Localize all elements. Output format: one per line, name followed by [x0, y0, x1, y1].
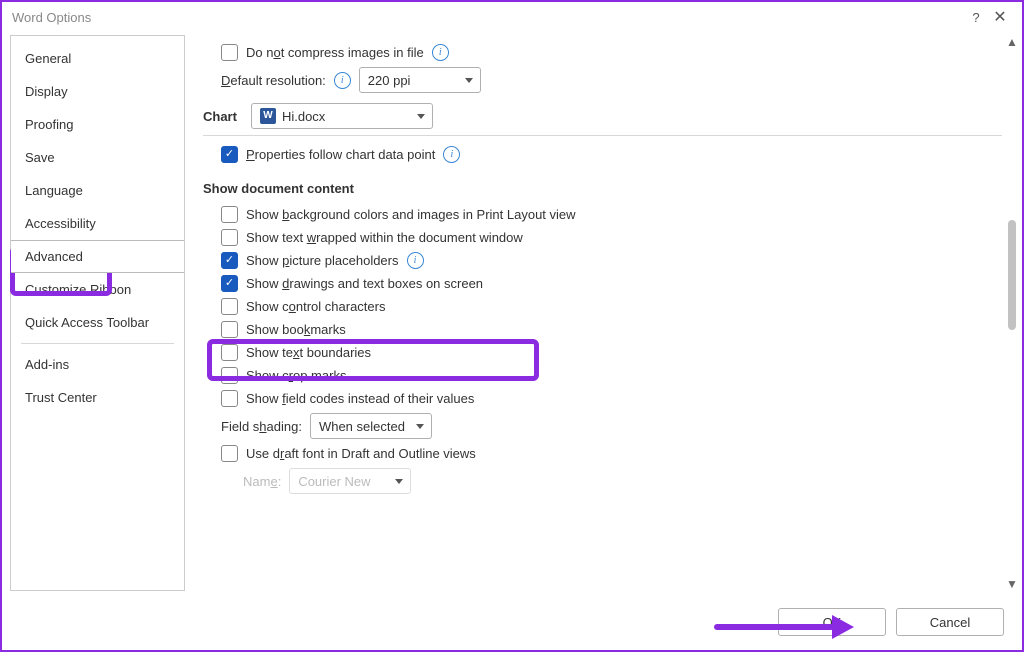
option-bookmarks[interactable]: Show bookmarks	[221, 321, 1002, 338]
option-drawings-text-boxes[interactable]: Show drawings and text boxes on screen	[221, 275, 1002, 292]
option-picture-placeholders[interactable]: Show picture placeholders i	[221, 252, 1002, 269]
checkbox-icon[interactable]	[221, 206, 238, 223]
scroll-track[interactable]	[1008, 50, 1016, 576]
checkbox-icon[interactable]	[221, 367, 238, 384]
sidebar-item-customize-ribbon[interactable]: Customize Ribbon	[11, 273, 184, 306]
dialog-title: Word Options	[12, 10, 964, 25]
word-doc-icon	[260, 108, 276, 124]
chart-section-header: Chart Hi.docx	[203, 103, 1002, 136]
checkbox-icon[interactable]	[221, 146, 238, 163]
option-label: Show crop marks	[246, 368, 346, 383]
sidebar-item-display[interactable]: Display	[11, 75, 184, 108]
info-icon[interactable]: i	[334, 72, 351, 89]
info-icon[interactable]: i	[443, 146, 460, 163]
option-label: Show control characters	[246, 299, 385, 314]
sidebar-item-addins[interactable]: Add-ins	[11, 348, 184, 381]
checkbox-icon[interactable]	[221, 298, 238, 315]
option-label: Show drawings and text boxes on screen	[246, 276, 483, 291]
option-compress-images[interactable]: Do not compress images in file i	[221, 44, 1002, 61]
option-bg-colors[interactable]: Show background colors and images in Pri…	[221, 206, 1002, 223]
option-label: Show field codes instead of their values	[246, 391, 474, 406]
sidebar-item-quick-access[interactable]: Quick Access Toolbar	[11, 306, 184, 339]
checkbox-icon[interactable]	[221, 229, 238, 246]
scroll-down-icon[interactable]: ▼	[1006, 576, 1018, 592]
option-text-boundaries[interactable]: Show text boundaries	[221, 344, 1002, 361]
option-label: Use draft font in Draft and Outline view…	[246, 446, 476, 461]
dialog-footer: OK Cancel	[778, 608, 1004, 636]
option-control-chars[interactable]: Show control characters	[221, 298, 1002, 315]
scroll-up-icon[interactable]: ▲	[1006, 34, 1018, 50]
checkbox-icon[interactable]	[221, 321, 238, 338]
titlebar: Word Options ? ✕	[2, 2, 1022, 32]
option-field-shading: Field shading: When selected	[221, 413, 1002, 439]
info-icon[interactable]: i	[407, 252, 424, 269]
option-label: Show picture placeholders	[246, 253, 399, 268]
option-label: Default resolution:	[221, 73, 326, 88]
checkbox-icon[interactable]	[221, 445, 238, 462]
option-properties-follow-chart[interactable]: Properties follow chart data point i	[221, 146, 1002, 163]
help-icon[interactable]: ?	[964, 10, 988, 25]
option-label: Show text boundaries	[246, 345, 371, 360]
option-label: Show background colors and images in Pri…	[246, 207, 576, 222]
option-draft-font[interactable]: Use draft font in Draft and Outline view…	[221, 445, 1002, 462]
sidebar-item-proofing[interactable]: Proofing	[11, 108, 184, 141]
sidebar-item-language[interactable]: Language	[11, 174, 184, 207]
option-default-resolution: Default resolution: i 220 ppi	[221, 67, 1002, 93]
options-content: Do not compress images in file i Default…	[185, 32, 1022, 594]
ok-button[interactable]: OK	[778, 608, 886, 636]
sidebar-item-accessibility[interactable]: Accessibility	[11, 207, 184, 240]
close-icon[interactable]: ✕	[988, 7, 1012, 27]
default-resolution-select[interactable]: 220 ppi	[359, 67, 481, 93]
section-title: Chart	[203, 109, 237, 124]
option-crop-marks[interactable]: Show crop marks	[221, 367, 1002, 384]
dialog-body: General Display Proofing Save Language A…	[2, 32, 1022, 594]
checkbox-icon[interactable]	[221, 344, 238, 361]
checkbox-icon[interactable]	[221, 275, 238, 292]
field-shading-select[interactable]: When selected	[310, 413, 432, 439]
checkbox-icon[interactable]	[221, 390, 238, 407]
option-label: Show text wrapped within the document wi…	[246, 230, 523, 245]
cancel-button[interactable]: Cancel	[896, 608, 1004, 636]
word-options-dialog: Word Options ? ✕ General Display Proofin…	[0, 0, 1024, 652]
sidebar-divider	[21, 343, 174, 344]
vertical-scrollbar[interactable]: ▲ ▼	[1004, 34, 1020, 592]
scroll-thumb[interactable]	[1008, 220, 1016, 330]
option-label: Properties follow chart data point	[246, 147, 435, 162]
info-icon[interactable]: i	[432, 44, 449, 61]
checkbox-icon[interactable]	[221, 44, 238, 61]
sidebar-item-advanced[interactable]: Advanced	[10, 240, 185, 273]
option-label: Name:	[243, 474, 281, 489]
chart-doc-select[interactable]: Hi.docx	[251, 103, 433, 129]
show-document-content-heading: Show document content	[203, 181, 1002, 196]
option-label: Show bookmarks	[246, 322, 346, 337]
option-text-wrapped[interactable]: Show text wrapped within the document wi…	[221, 229, 1002, 246]
checkbox-icon[interactable]	[221, 252, 238, 269]
option-draft-font-name: Name: Courier New	[243, 468, 1002, 494]
option-label: Field shading:	[221, 419, 302, 434]
sidebar-item-general[interactable]: General	[11, 42, 184, 75]
font-name-select: Courier New	[289, 468, 411, 494]
option-field-codes[interactable]: Show field codes instead of their values	[221, 390, 1002, 407]
sidebar-item-save[interactable]: Save	[11, 141, 184, 174]
sidebar-item-trust-center[interactable]: Trust Center	[11, 381, 184, 414]
option-label: Do not compress images in file	[246, 45, 424, 60]
category-sidebar: General Display Proofing Save Language A…	[10, 35, 185, 591]
